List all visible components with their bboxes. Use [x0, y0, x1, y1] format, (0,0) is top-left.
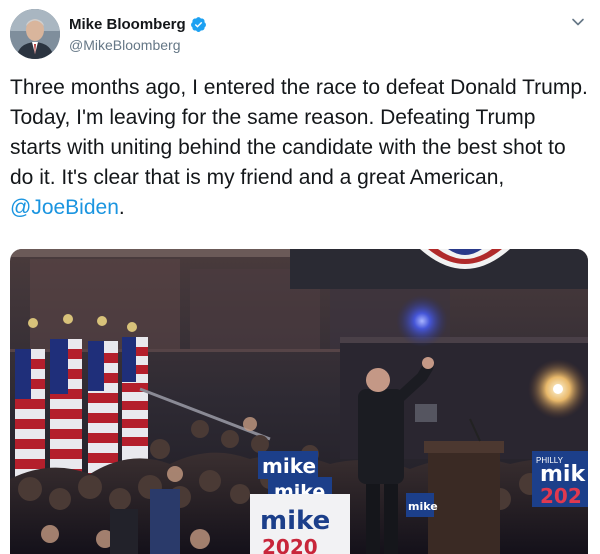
tweet-text-body: Three months ago, I entered the race to …	[10, 76, 588, 189]
person-avatar-icon	[10, 9, 60, 59]
author-name[interactable]: Mike Bloomberg	[69, 16, 186, 33]
rally-photo-icon: mike mike mike 2020 PHILLY mik 202 mike	[10, 249, 588, 554]
tweet-card: Mike Bloomberg @MikeBloomberg Three mont…	[0, 0, 600, 554]
sign-text: mike	[408, 500, 438, 513]
chevron-down-icon	[572, 18, 584, 26]
tweet-menu-button[interactable]	[570, 14, 586, 30]
sign-text: mike	[260, 506, 330, 536]
author-block: Mike Bloomberg @MikeBloomberg	[69, 14, 207, 53]
mention-link[interactable]: @JoeBiden	[10, 196, 119, 219]
author-handle[interactable]: @MikeBloomberg	[69, 37, 207, 53]
name-row: Mike Bloomberg	[69, 14, 207, 34]
tweet-photo[interactable]: mike mike mike 2020 PHILLY mik 202 mike	[10, 249, 588, 554]
tweet-text-end: .	[118, 196, 125, 219]
verified-badge-icon	[190, 16, 207, 33]
sign-text: 2020	[262, 535, 318, 554]
sign-text: mike	[262, 454, 316, 478]
author-avatar[interactable]	[10, 9, 60, 59]
sign-text: 202	[540, 484, 582, 508]
tweet-text: Three months ago, I entered the race to …	[10, 73, 592, 223]
